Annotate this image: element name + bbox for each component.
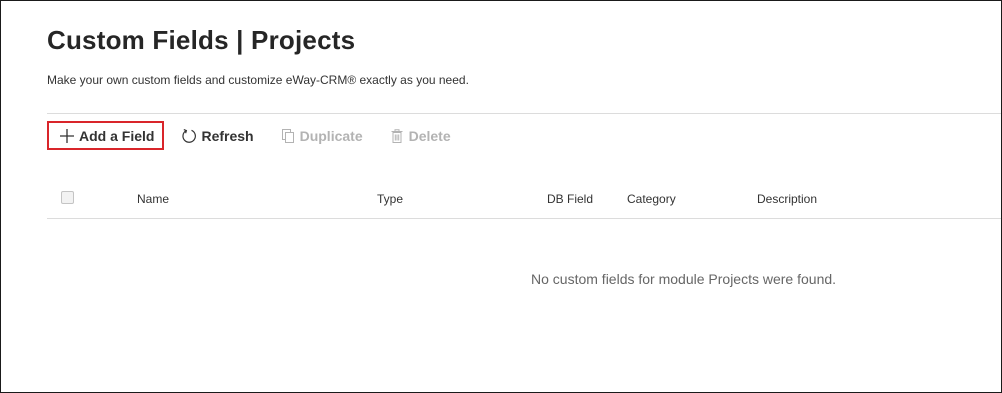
refresh-label: Refresh <box>201 127 254 144</box>
custom-fields-page: Custom Fields | Projects Make your own c… <box>0 0 1002 393</box>
plus-icon <box>59 128 75 144</box>
refresh-icon <box>181 128 197 144</box>
empty-state-message: No custom fields for module Projects wer… <box>531 271 837 287</box>
column-header-description[interactable]: Description <box>757 192 817 206</box>
duplicate-icon <box>280 128 296 144</box>
table-header: Name Type DB Field Category Description <box>47 181 1001 217</box>
toolbar-divider <box>47 113 1001 114</box>
table-header-divider <box>47 218 1001 219</box>
refresh-button[interactable]: Refresh <box>181 122 254 150</box>
column-header-db-field[interactable]: DB Field <box>547 192 593 206</box>
delete-button[interactable]: Delete <box>389 122 451 150</box>
delete-label: Delete <box>408 127 451 144</box>
duplicate-label: Duplicate <box>299 127 363 144</box>
toolbar: Add a Field Refresh Duplicate Delete <box>47 121 451 150</box>
add-field-button[interactable]: Add a Field <box>47 121 165 150</box>
duplicate-button[interactable]: Duplicate <box>280 122 363 150</box>
select-all-checkbox[interactable] <box>61 191 74 204</box>
column-header-name[interactable]: Name <box>137 192 169 206</box>
page-subtitle: Make your own custom fields and customiz… <box>47 73 469 87</box>
column-header-category[interactable]: Category <box>627 192 676 206</box>
column-header-type[interactable]: Type <box>377 192 403 206</box>
page-title: Custom Fields | Projects <box>47 25 356 55</box>
trash-icon <box>389 128 405 144</box>
add-field-label: Add a Field <box>79 127 155 144</box>
